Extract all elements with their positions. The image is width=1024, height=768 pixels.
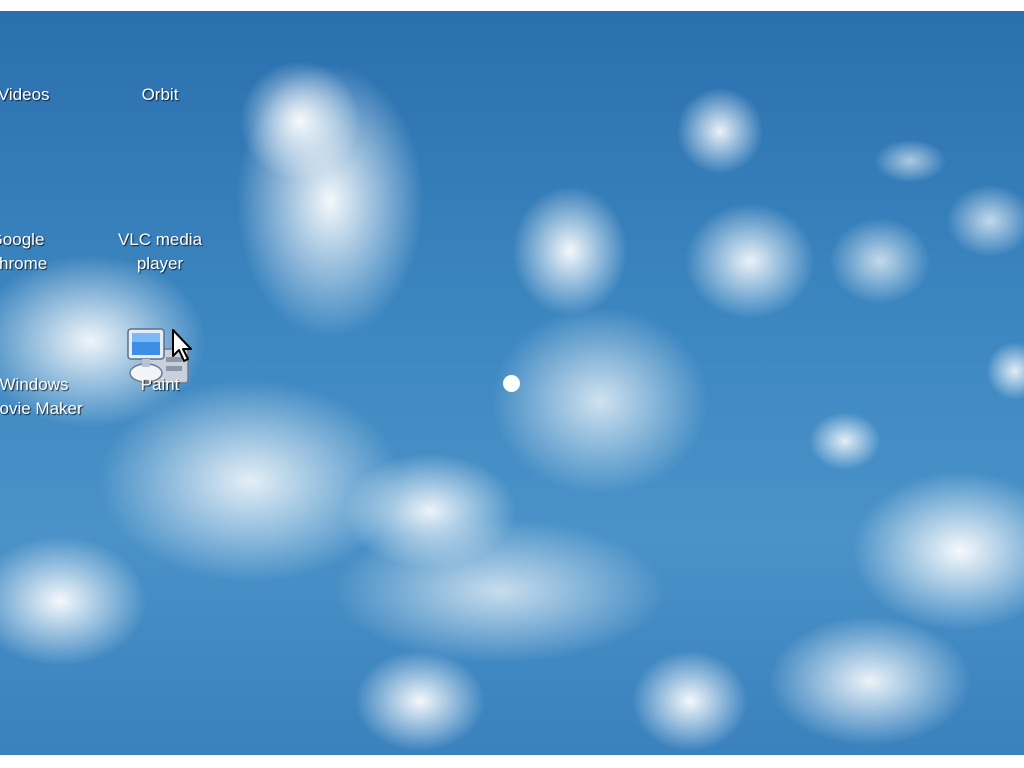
desktop-icon-windows-movie-maker[interactable]: Windows Movie Maker [0, 373, 89, 421]
desktop-icon-orbit[interactable]: Orbit [105, 83, 215, 107]
desktop[interactable]: My Videos Orbit Google Chrome VLC media … [0, 11, 1024, 755]
desktop-icon-label: Paint [140, 375, 180, 394]
desktop-icon-paint[interactable]: Paint [105, 373, 215, 397]
desktop-icon-label: Google [0, 230, 45, 249]
desktop-icon-label: VLC media [117, 230, 203, 249]
desktop-icon-label: Windows [0, 375, 69, 394]
desktop-icon-my-videos[interactable]: My Videos [0, 83, 65, 107]
desktop-icon-label: Chrome [0, 254, 48, 273]
arrow-cursor-icon [172, 329, 192, 362]
desktop-icon-label: Movie Maker [0, 399, 83, 418]
desktop-icon-vlc-media-player[interactable]: VLC media player [105, 228, 215, 276]
desktop-icon-label: player [136, 254, 184, 273]
desktop-icon-google-chrome[interactable]: Google Chrome [0, 228, 72, 276]
desktop-icon-label: Orbit [141, 85, 179, 104]
white-dot [503, 375, 520, 392]
screen: My Videos Orbit Google Chrome VLC media … [0, 0, 1024, 768]
desktop-icon-label: My Videos [0, 85, 50, 104]
